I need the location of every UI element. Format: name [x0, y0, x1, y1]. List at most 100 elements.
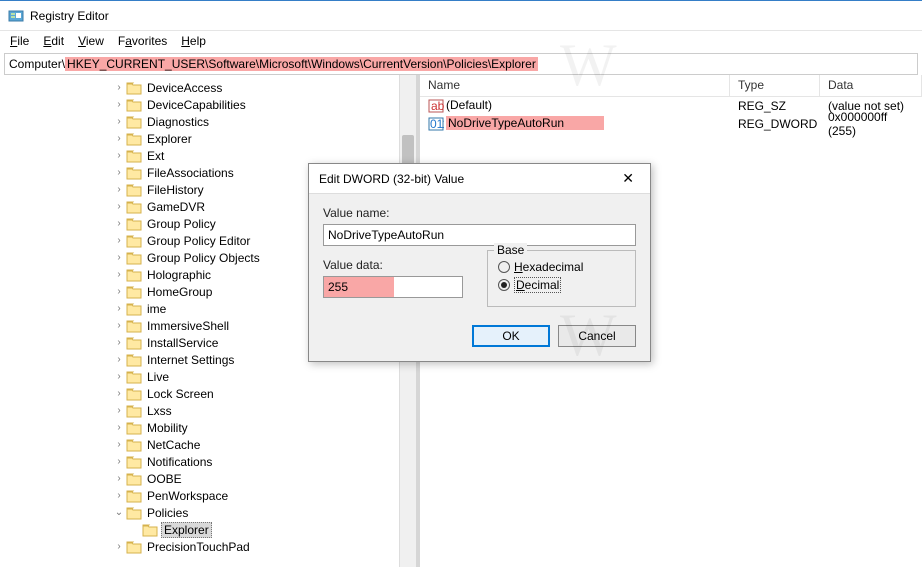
address-bar[interactable]: Computer\HKEY_CURRENT_USER\Software\Micr… [4, 53, 918, 75]
expander-none[interactable] [128, 523, 142, 537]
ok-button[interactable]: OK [472, 325, 550, 347]
menu-help[interactable]: Help [175, 32, 212, 50]
tree-label: GameDVR [145, 200, 207, 214]
dialog-titlebar[interactable]: Edit DWORD (32-bit) Value ✕ [309, 164, 650, 194]
folder-icon [126, 166, 142, 180]
chevron-right-icon[interactable]: › [112, 285, 126, 299]
tree-label: Mobility [145, 421, 190, 435]
tree-item[interactable]: › Notifications [0, 453, 416, 470]
string-value-icon: ab [428, 98, 444, 114]
chevron-right-icon[interactable]: › [112, 404, 126, 418]
folder-icon [126, 438, 142, 452]
tree-label: Ext [145, 149, 166, 163]
folder-icon [126, 387, 142, 401]
svg-text:ab: ab [431, 99, 444, 113]
tree-item[interactable]: ›Lxss [0, 402, 416, 419]
tree-item[interactable]: ›PrecisionTouchPad [0, 538, 416, 555]
radio-dec[interactable] [498, 279, 510, 291]
chevron-right-icon[interactable]: › [112, 217, 126, 231]
folder-icon [126, 489, 142, 503]
col-header-type[interactable]: Type [730, 75, 820, 96]
tree-item[interactable]: › Ext [0, 147, 416, 164]
chevron-right-icon[interactable]: › [112, 183, 126, 197]
address-path: HKEY_CURRENT_USER\Software\Microsoft\Win… [65, 57, 538, 71]
chevron-right-icon[interactable]: › [112, 472, 126, 486]
close-icon[interactable]: ✕ [616, 168, 640, 189]
chevron-right-icon[interactable]: › [112, 302, 126, 316]
chevron-right-icon[interactable]: › [112, 200, 126, 214]
tree-item[interactable]: › Explorer [0, 130, 416, 147]
chevron-right-icon[interactable]: › [112, 438, 126, 452]
chevron-right-icon[interactable]: › [112, 421, 126, 435]
value-type: REG_SZ [730, 99, 820, 113]
tree-item[interactable]: ›PenWorkspace [0, 487, 416, 504]
tree-label: Notifications [145, 455, 214, 469]
menu-edit[interactable]: Edit [37, 32, 70, 50]
tree-label: Explorer [161, 522, 212, 538]
folder-icon [126, 455, 142, 469]
tree-item[interactable]: ⌄Policies [0, 504, 416, 521]
chevron-right-icon[interactable]: › [112, 132, 126, 146]
chevron-right-icon[interactable]: › [112, 387, 126, 401]
chevron-right-icon[interactable]: › [112, 353, 126, 367]
tree-item[interactable]: ›DeviceAccess [0, 79, 416, 96]
address-prefix: Computer\ [7, 57, 65, 71]
chevron-right-icon[interactable]: › [112, 81, 126, 95]
tree-item[interactable]: › NetCache [0, 436, 416, 453]
chevron-right-icon[interactable]: › [112, 370, 126, 384]
chevron-right-icon[interactable]: › [112, 115, 126, 129]
folder-icon [126, 183, 142, 197]
radio-hex[interactable] [498, 261, 510, 273]
tree-label: Live [145, 370, 171, 384]
tree-label: FileHistory [145, 183, 206, 197]
chevron-right-icon[interactable]: › [112, 455, 126, 469]
folder-icon [126, 336, 142, 350]
tree-label: Internet Settings [145, 353, 236, 367]
chevron-down-icon[interactable]: ⌄ [112, 506, 126, 520]
chevron-right-icon[interactable]: › [112, 540, 126, 554]
list-row[interactable]: 011NoDriveTypeAutoRunREG_DWORD0x000000ff… [420, 115, 922, 133]
tree-item[interactable]: Explorer [0, 521, 416, 538]
chevron-right-icon[interactable]: › [112, 234, 126, 248]
folder-icon [126, 268, 142, 282]
folder-icon [126, 200, 142, 214]
folder-icon [126, 370, 142, 384]
chevron-right-icon[interactable]: › [112, 166, 126, 180]
chevron-right-icon[interactable]: › [112, 268, 126, 282]
tree-item[interactable]: › OOBE [0, 470, 416, 487]
radio-hex-row[interactable]: Hexadecimal [498, 260, 625, 274]
chevron-right-icon[interactable]: › [112, 98, 126, 112]
tree-item[interactable]: › Live [0, 368, 416, 385]
regedit-icon [8, 8, 24, 24]
tree-label: Explorer [145, 132, 194, 146]
value-data: 0x000000ff (255) [820, 110, 922, 138]
base-legend: Base [494, 243, 527, 257]
tree-label: ime [145, 302, 168, 316]
tree-item[interactable]: ›Diagnostics [0, 113, 416, 130]
value-data-input[interactable]: 255 [323, 276, 463, 298]
tree-label: Group Policy [145, 217, 218, 231]
value-data-label: Value data: [323, 258, 463, 272]
folder-icon [126, 404, 142, 418]
folder-icon [126, 115, 142, 129]
chevron-right-icon[interactable]: › [112, 489, 126, 503]
value-name-input[interactable]: NoDriveTypeAutoRun [323, 224, 636, 246]
menu-file[interactable]: File [4, 32, 35, 50]
menu-view[interactable]: View [72, 32, 110, 50]
col-header-data[interactable]: Data [820, 75, 922, 96]
folder-icon [126, 234, 142, 248]
tree-item[interactable]: ›DeviceCapabilities [0, 96, 416, 113]
col-header-name[interactable]: Name [420, 75, 730, 96]
chevron-right-icon[interactable]: › [112, 336, 126, 350]
tree-item[interactable]: › Mobility [0, 419, 416, 436]
tree-label: NetCache [145, 438, 202, 452]
tree-item[interactable]: ›Lock Screen [0, 385, 416, 402]
chevron-right-icon[interactable]: › [112, 319, 126, 333]
menu-favorites[interactable]: Favorites [112, 32, 173, 50]
cancel-button[interactable]: Cancel [558, 325, 636, 347]
folder-icon [126, 132, 142, 146]
chevron-right-icon[interactable]: › [112, 251, 126, 265]
chevron-right-icon[interactable]: › [112, 149, 126, 163]
tree-label: OOBE [145, 472, 184, 486]
radio-dec-row[interactable]: Decimal [498, 277, 625, 293]
